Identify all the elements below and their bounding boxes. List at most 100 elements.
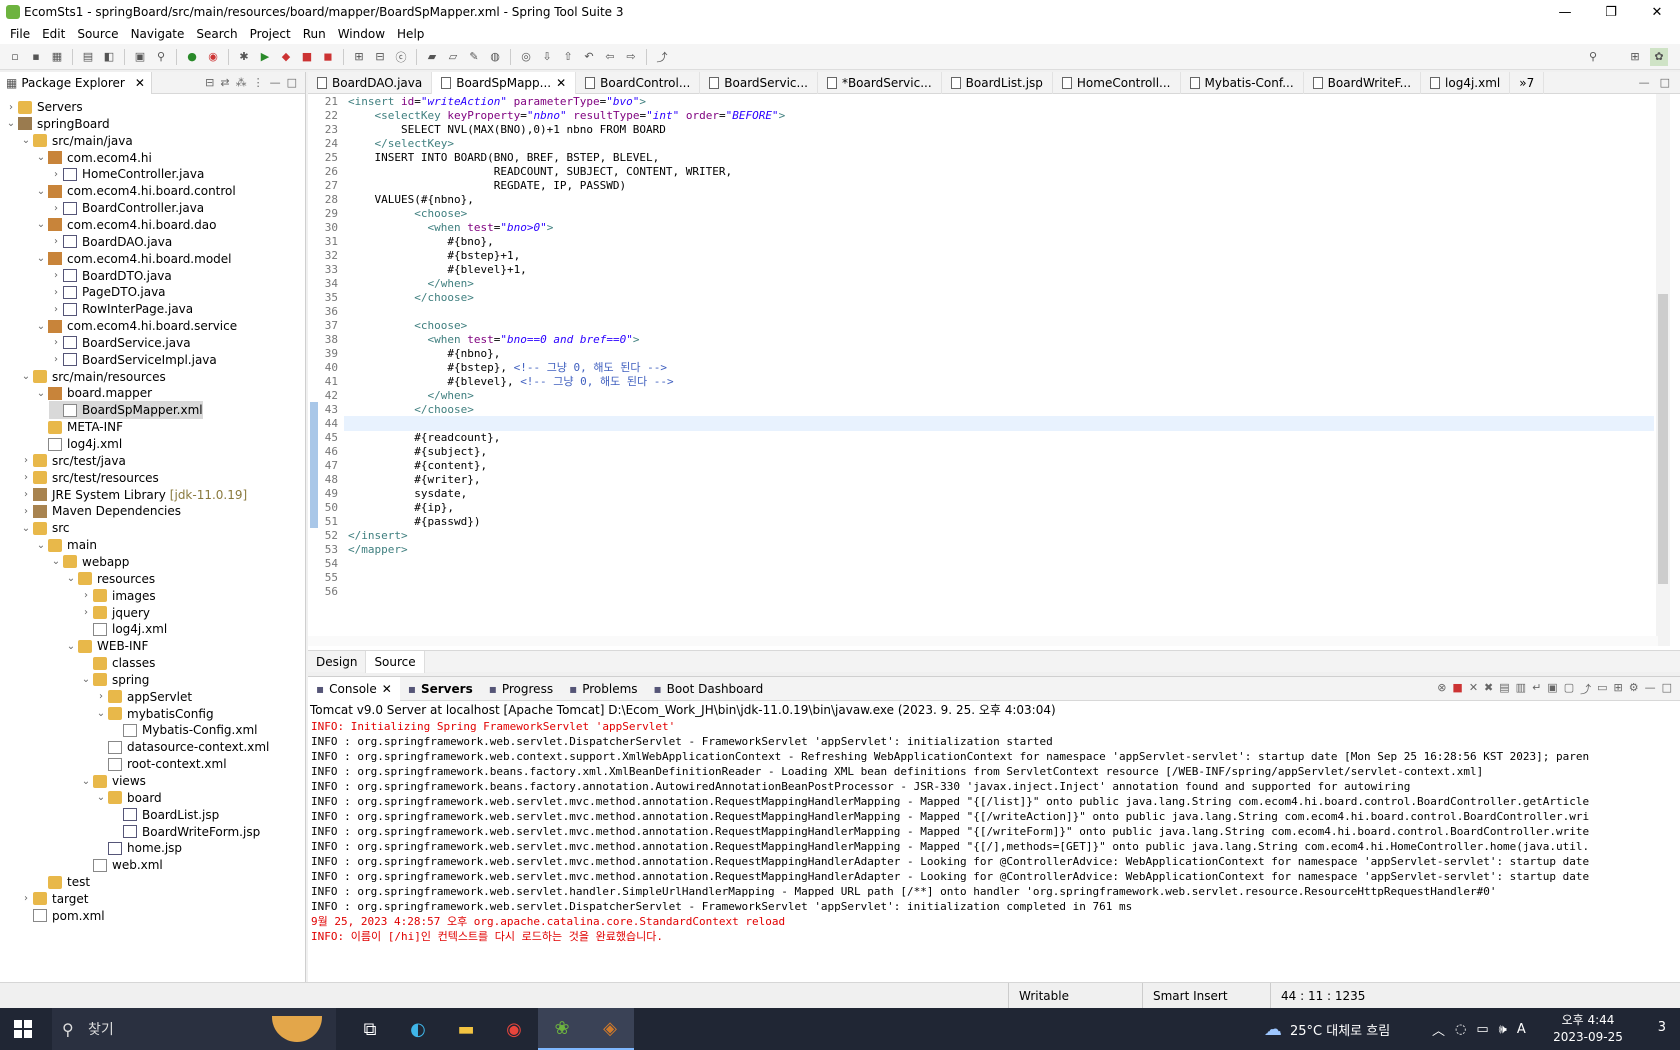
code-line[interactable]: #{readcount}, [348,430,500,445]
tree-item[interactable]: › target [19,890,89,908]
chevron-right-icon[interactable]: › [49,270,63,281]
code-line[interactable]: </selectKey> [348,136,454,151]
tree-item[interactable]: BoardSpMapper.xml [49,401,203,420]
settings-icon[interactable]: ⚙ [1629,681,1639,697]
code-line[interactable]: </when> [348,388,473,403]
tree-item[interactable]: › HomeController.java [49,165,204,183]
code-line[interactable]: <when test="bno>0"> [348,220,553,235]
maximize-view-icon[interactable]: □ [1662,681,1672,697]
tree-item[interactable]: ⌄ src [19,519,70,537]
save-all-icon[interactable]: ▦ [48,48,66,66]
code-line[interactable]: #{blevel}+1, [348,262,526,277]
tab-progress[interactable]: ▪ Progress [481,677,561,701]
notification-center-icon[interactable]: 3 [1658,1020,1666,1035]
tree-item[interactable]: ⌄ mybatisConfig [94,705,214,723]
network-icon[interactable]: ▭ [1476,1022,1488,1037]
menu-source[interactable]: Source [71,27,124,41]
maximize-button[interactable]: ❐ [1588,0,1634,24]
code-line[interactable]: SELECT NVL(MAX(BNO),0)+1 nbno FROM BOARD [348,122,666,137]
tree-item[interactable]: ⌄ resources [64,570,155,588]
minimize-button[interactable]: — [1542,0,1588,24]
editor-tab[interactable]: HomeControll... [1053,72,1181,94]
tree-item[interactable]: ⌄ com.ecom4.hi.board.service [34,317,237,335]
chevron-down-icon[interactable]: ⌄ [19,371,33,382]
code-line[interactable]: </mapper> [348,542,408,557]
tree-item[interactable]: BoardList.jsp [109,806,219,824]
taskbar-search-box[interactable]: ⚲ 찾기 [52,1008,336,1050]
tab-problems[interactable]: ▪ Problems [561,677,645,701]
scroll-lock-icon[interactable]: ▥ [1516,681,1526,697]
tree-item[interactable]: log4j.xml [79,620,167,638]
search-file-icon[interactable]: ◍ [486,48,504,66]
tree-item[interactable]: Mybatis-Config.xml [109,721,258,739]
display-console-icon[interactable]: ▭ [1597,681,1607,697]
code-line[interactable]: REGDATE, IP, PASSWD) [348,178,626,193]
code-line[interactable]: VALUES(#{nbno}, [348,192,473,207]
tab-servers[interactable]: ▪ Servers [400,677,481,701]
code-line[interactable]: <selectKey keyProperty="nbno" resultType… [348,108,786,123]
remove-all-icon[interactable]: ✖ [1484,681,1493,697]
terminate-icon[interactable]: ◼ [319,48,337,66]
tray-chevron-icon[interactable]: ︿ [1432,1020,1445,1039]
menu-search[interactable]: Search [190,27,243,41]
code-line[interactable]: READCOUNT, SUBJECT, CONTENT, WRITER, [348,164,732,179]
code-line[interactable]: #{ip}, [348,500,454,515]
chevron-down-icon[interactable]: ⌄ [79,674,93,685]
package-explorer-tab[interactable]: ▦ Package Explorer ✕ [0,71,152,94]
tree-item[interactable]: BoardWriteForm.jsp [109,823,260,841]
code-line[interactable]: #{subject}, [348,444,487,459]
chevron-right-icon[interactable]: › [19,893,33,904]
ime-icon[interactable]: A [1517,1022,1526,1037]
sts-taskbar-icon[interactable]: ❀ [538,1008,586,1050]
menu-navigate[interactable]: Navigate [125,27,191,41]
chevron-down-icon[interactable]: ⌄ [34,219,48,230]
clear-console-icon[interactable]: ▤ [1499,681,1509,697]
chevron-right-icon[interactable]: › [49,203,63,214]
chevron-right-icon[interactable]: › [49,337,63,348]
tab-source[interactable]: Source [366,650,425,673]
volume-icon[interactable]: 🕪 [1499,1022,1507,1037]
new-class-icon[interactable]: ⓒ [392,48,410,66]
search-tool-icon[interactable]: ⚲ [152,48,170,66]
remove-icon[interactable]: ✕ [1469,681,1478,697]
pin-editor-icon[interactable]: ⤴ [653,48,671,66]
code-line[interactable]: <choose> [348,318,467,333]
last-edit-icon[interactable]: ↶ [580,48,598,66]
chevron-down-icon[interactable]: ⌄ [94,708,108,719]
menu-window[interactable]: Window [332,27,391,41]
view-menu-icon[interactable]: ⋮ [253,76,264,89]
tree-item[interactable]: datasource-context.xml [94,738,269,756]
chevron-right-icon[interactable]: › [49,287,63,298]
chevron-down-icon[interactable]: ⌄ [64,641,78,652]
tree-item[interactable]: ⌄ com.ecom4.hi.board.model [34,250,232,268]
code-line[interactable]: #{nbno}, [348,346,500,361]
tree-item[interactable]: › appServlet [94,688,192,706]
tree-item[interactable]: › BoardDTO.java [49,267,172,285]
chevron-right-icon[interactable]: › [79,607,93,618]
show-stderr-icon[interactable]: ▢ [1564,681,1574,697]
filter-icon[interactable]: ⁂ [236,76,247,89]
tree-item[interactable]: pom.xml [19,907,105,925]
chevron-down-icon[interactable]: ⌄ [64,573,78,584]
code-line[interactable]: </choose> [348,290,474,305]
tree-item[interactable]: › PageDTO.java [49,283,166,301]
code-line[interactable]: #{bno}, [348,234,493,249]
pin-console-icon[interactable]: ⤴ [1580,681,1591,697]
tree-item[interactable]: home.jsp [94,839,182,857]
tree-item[interactable]: log4j.xml [34,435,122,453]
chevron-down-icon[interactable]: ⌄ [79,776,93,787]
tree-item[interactable]: root-context.xml [94,755,227,773]
tree-item[interactable]: ⌄ com.ecom4.hi.board.dao [34,216,217,234]
tree-item[interactable]: › src/test/resources [19,469,159,487]
open-console-icon[interactable]: ⊞ [1614,681,1623,697]
restart-server-icon[interactable]: ◉ [204,48,222,66]
code-line[interactable]: </insert> [348,528,408,543]
open-folder-icon[interactable]: ▰ [423,48,441,66]
run-icon[interactable]: ▶ [256,48,274,66]
chevron-right-icon[interactable]: › [79,590,93,601]
chevron-right-icon[interactable]: › [19,506,33,517]
editor-tab[interactable]: BoardSpMapp... ✕ [432,72,577,94]
minimize-view-icon[interactable]: — [1645,681,1656,697]
tree-item[interactable]: ⌄ com.ecom4.hi [34,149,152,167]
minimize-view-icon[interactable]: — [270,76,281,89]
